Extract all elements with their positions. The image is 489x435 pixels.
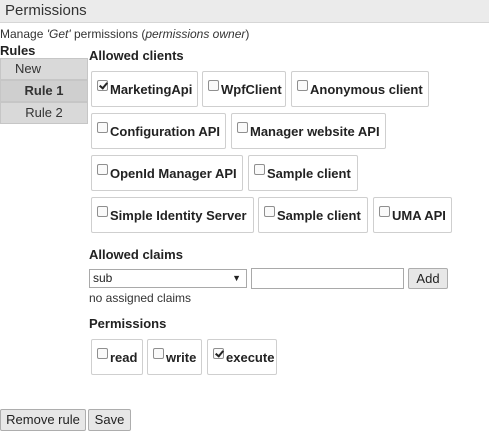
client-chip-marketingapi[interactable]: MarketingApi bbox=[91, 71, 198, 107]
client-label: Configuration API bbox=[110, 123, 221, 139]
subtitle-middle: permissions ( bbox=[70, 27, 146, 41]
claim-select-value: sub bbox=[93, 271, 113, 285]
client-checkbox[interactable] bbox=[97, 79, 108, 91]
permission-chip-execute[interactable]: execute bbox=[207, 339, 277, 375]
page-title: Permissions bbox=[5, 2, 87, 19]
remove-rule-button[interactable]: Remove rule bbox=[0, 409, 86, 431]
client-checkbox[interactable] bbox=[297, 79, 308, 91]
client-checkbox[interactable] bbox=[97, 205, 108, 217]
page-subtitle: Manage 'Get' permissions (permissions ow… bbox=[0, 27, 249, 41]
allowed-clients-heading: Allowed clients bbox=[89, 48, 184, 63]
page-header: Permissions bbox=[0, 0, 489, 23]
rules-heading: Rules bbox=[0, 43, 36, 58]
client-label: Sample client bbox=[277, 207, 361, 223]
claim-select[interactable]: sub ▼ bbox=[89, 269, 247, 288]
client-label: OpenId Manager API bbox=[110, 165, 237, 181]
client-chip-simple-identity-server[interactable]: Simple Identity Server bbox=[91, 197, 254, 233]
permission-chip-write[interactable]: write bbox=[147, 339, 202, 375]
client-checkbox[interactable] bbox=[254, 163, 265, 175]
permission-chip-read[interactable]: read bbox=[91, 339, 143, 375]
permission-label: execute bbox=[226, 349, 275, 365]
chevron-down-icon: ▼ bbox=[232, 273, 241, 283]
subtitle-owner: permissions owner bbox=[145, 27, 246, 41]
client-checkbox[interactable] bbox=[264, 205, 275, 217]
permissions-heading: Permissions bbox=[89, 316, 167, 331]
client-checkbox[interactable] bbox=[97, 121, 108, 133]
add-claim-button[interactable]: Add bbox=[408, 268, 448, 289]
client-chip-sample-client[interactable]: Sample client bbox=[248, 155, 358, 191]
client-chip-openid-manager-api[interactable]: OpenId Manager API bbox=[91, 155, 243, 191]
permission-checkbox[interactable] bbox=[97, 347, 108, 359]
permission-label: write bbox=[166, 349, 197, 365]
client-label: UMA API bbox=[392, 207, 446, 223]
no-claims-text: no assigned claims bbox=[89, 291, 192, 305]
permission-checkbox[interactable] bbox=[153, 347, 164, 359]
client-chip-anonymous[interactable]: Anonymous client bbox=[291, 71, 429, 107]
client-chip-uma-api[interactable]: UMA API bbox=[373, 197, 452, 233]
client-label: Sample client bbox=[267, 165, 351, 181]
save-button[interactable]: Save bbox=[88, 409, 131, 431]
claim-input[interactable] bbox=[251, 268, 404, 289]
subtitle-suffix: ) bbox=[245, 27, 250, 41]
client-chip-wpfclient[interactable]: WpfClient bbox=[202, 71, 286, 107]
subtitle-method: 'Get' bbox=[46, 27, 71, 41]
client-checkbox[interactable] bbox=[208, 79, 219, 91]
rule-new-button[interactable]: New bbox=[0, 58, 88, 80]
client-label: Anonymous client bbox=[310, 81, 423, 97]
client-checkbox[interactable] bbox=[97, 163, 108, 175]
permission-checkbox[interactable] bbox=[213, 347, 224, 359]
client-chip-manager-website-api[interactable]: Manager website API bbox=[231, 113, 386, 149]
permission-label: read bbox=[110, 349, 138, 365]
client-label: Manager website API bbox=[250, 123, 380, 139]
client-chip-sample-client-2[interactable]: Sample client bbox=[258, 197, 368, 233]
rule-1-button[interactable]: Rule 1 bbox=[0, 80, 88, 102]
client-checkbox[interactable] bbox=[379, 205, 390, 217]
rule-2-button[interactable]: Rule 2 bbox=[0, 102, 88, 124]
client-label: Simple Identity Server bbox=[110, 207, 247, 223]
client-label: MarketingApi bbox=[110, 81, 193, 97]
client-chip-configuration-api[interactable]: Configuration API bbox=[91, 113, 226, 149]
client-label: WpfClient bbox=[221, 81, 282, 97]
allowed-claims-heading: Allowed claims bbox=[89, 247, 183, 262]
subtitle-prefix: Manage bbox=[0, 27, 47, 41]
client-checkbox[interactable] bbox=[237, 121, 248, 133]
